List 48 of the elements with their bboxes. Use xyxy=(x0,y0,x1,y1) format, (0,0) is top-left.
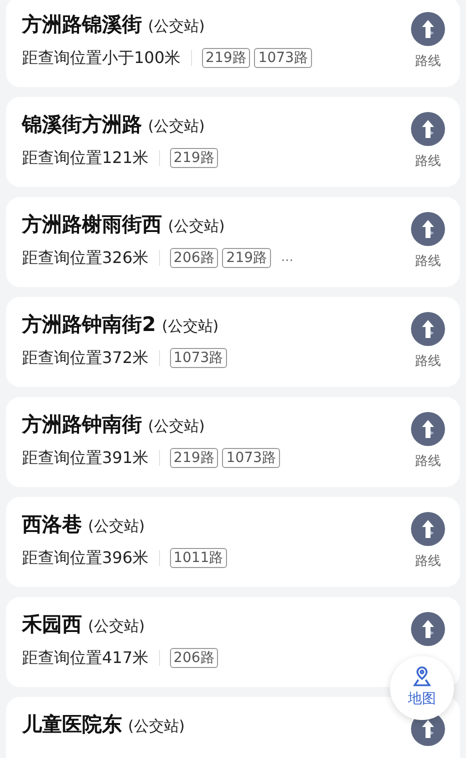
route-label[interactable]: 路线 xyxy=(415,52,441,72)
route-label[interactable]: 路线 xyxy=(415,252,441,272)
stop-name: 锦溪街方洲路 xyxy=(22,111,142,138)
more-routes: ... xyxy=(281,249,294,268)
stop-card[interactable]: 方洲路榭雨街西 (公交站) 距查询位置326米 206路 219路 ... 路线 xyxy=(6,197,460,287)
route-tag[interactable]: 1073路 xyxy=(222,448,280,468)
stop-type: (公交站) xyxy=(88,616,145,637)
distance-text: 距查询位置417米 xyxy=(22,647,149,669)
distance-text: 距查询位置小于100米 xyxy=(22,47,181,69)
route-tag[interactable]: 219路 xyxy=(222,248,272,268)
route-tag[interactable]: 206路 xyxy=(170,648,218,668)
distance-text: 距查询位置326米 xyxy=(22,247,149,269)
route-tag[interactable]: 219路 xyxy=(202,48,250,68)
stop-type: (公交站) xyxy=(148,116,205,137)
distance-text: 距查询位置372米 xyxy=(22,347,149,369)
stop-name: 方洲路锦溪街 xyxy=(22,11,142,38)
route-tag[interactable]: 219路 xyxy=(170,448,218,468)
stop-card[interactable]: 西洛巷 (公交站) 距查询位置396米 1011路 路线 xyxy=(6,497,460,587)
stop-card[interactable]: 禾园西 (公交站) 距查询位置417米 206路 xyxy=(6,597,460,687)
route-tag[interactable]: 219路 xyxy=(170,148,218,168)
stop-type: (公交站) xyxy=(148,416,205,437)
stop-name: 方洲路钟南街 xyxy=(22,411,142,438)
stop-type: (公交站) xyxy=(88,516,145,537)
route-tag[interactable]: 1073路 xyxy=(254,48,312,68)
stop-type: (公交站) xyxy=(128,716,185,737)
stop-name: 禾园西 xyxy=(22,611,82,638)
route-tag[interactable]: 206路 xyxy=(170,248,218,268)
distance-text: 距查询位置121米 xyxy=(22,147,149,169)
route-label[interactable]: 路线 xyxy=(415,452,441,472)
stop-type: (公交站) xyxy=(162,316,219,337)
stop-card[interactable]: 方洲路钟南街2 (公交站) 距查询位置372米 1073路 路线 xyxy=(6,297,460,387)
distance-text: 距查询位置396米 xyxy=(22,547,149,569)
route-label[interactable]: 路线 xyxy=(415,152,441,172)
stop-name: 方洲路榭雨街西 xyxy=(22,211,162,238)
stop-card[interactable]: 锦溪街方洲路 (公交站) 距查询位置121米 219路 路线 xyxy=(6,97,460,187)
stop-card[interactable]: 方洲路锦溪街 (公交站) 距查询位置小于100米 219路 1073路 路线 xyxy=(6,0,460,87)
route-label[interactable]: 路线 xyxy=(415,352,441,372)
stop-type: (公交站) xyxy=(148,16,205,37)
route-tag[interactable]: 1073路 xyxy=(170,348,228,368)
stop-name: 方洲路钟南街2 xyxy=(22,311,156,338)
stop-name: 儿童医院东 xyxy=(22,711,122,738)
stop-card[interactable]: 方洲路钟南街 (公交站) 距查询位置391米 219路 1073路 路线 xyxy=(6,397,460,487)
stop-type: (公交站) xyxy=(168,216,225,237)
route-label[interactable]: 路线 xyxy=(415,552,441,572)
route-tag[interactable]: 1011路 xyxy=(170,548,228,568)
stop-name: 西洛巷 xyxy=(22,511,82,538)
distance-text: 距查询位置391米 xyxy=(22,447,149,469)
map-pin-icon xyxy=(411,666,433,688)
